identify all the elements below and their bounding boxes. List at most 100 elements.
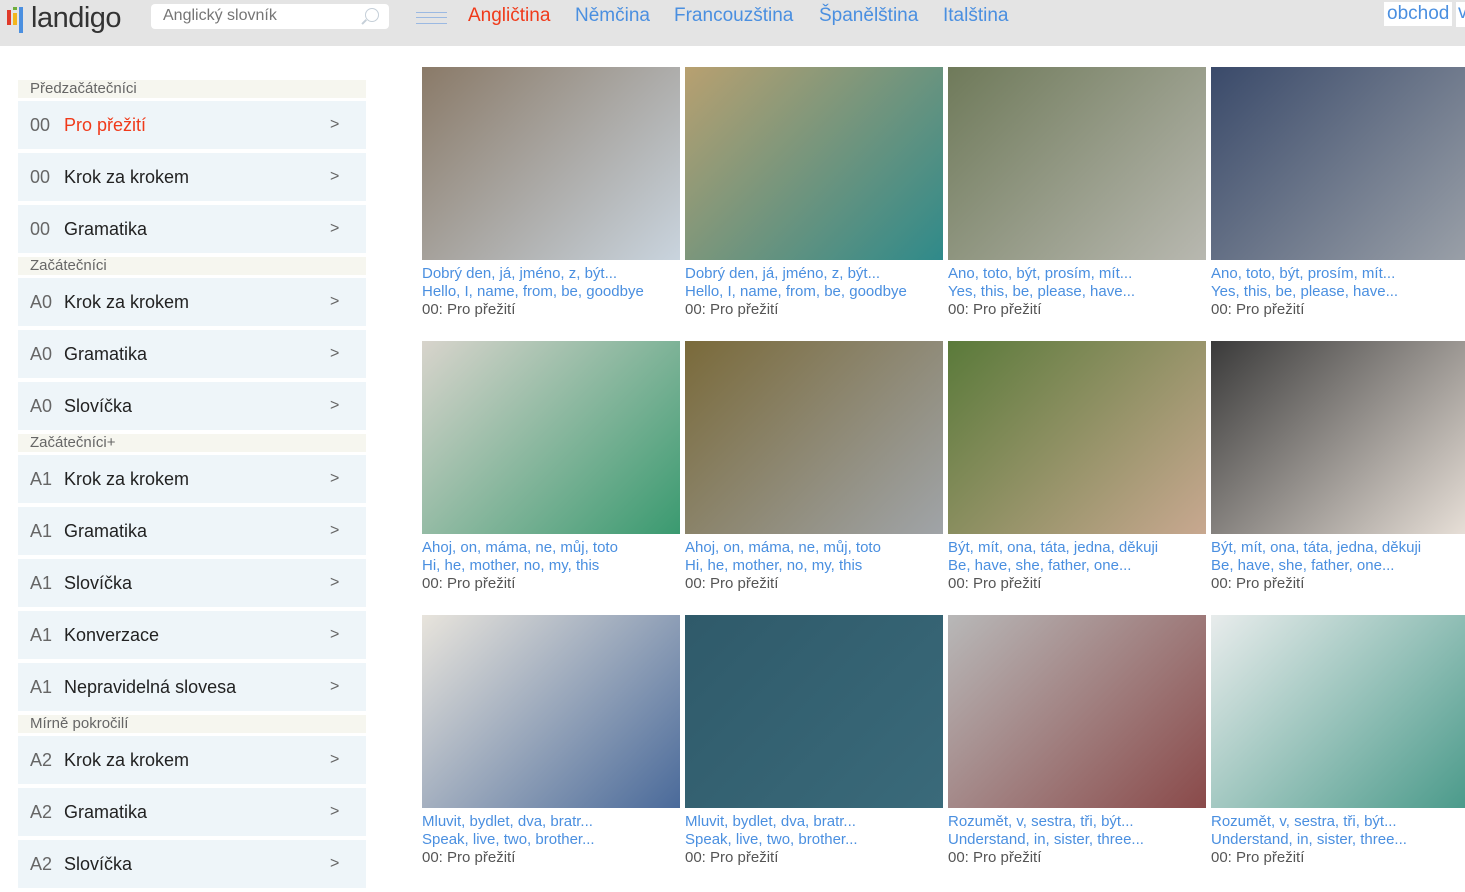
sidebar-item[interactable]: A1 Nepravidelná slovesa > bbox=[18, 663, 366, 711]
lesson-photo[interactable] bbox=[948, 341, 1206, 534]
lesson-czech-words[interactable]: Ahoj, on, máma, ne, můj, toto bbox=[685, 539, 943, 557]
hamburger-menu-icon[interactable] bbox=[416, 12, 447, 24]
lesson-czech-words[interactable]: Mluvit, bydlet, dva, bratr... bbox=[685, 813, 943, 831]
lesson-card[interactable]: Ahoj, on, máma, ne, můj, toto Hi, he, mo… bbox=[685, 341, 943, 593]
lesson-english-words[interactable]: Hello, I, name, from, be, goodbye bbox=[422, 283, 680, 301]
search-box[interactable] bbox=[151, 4, 389, 29]
shop-link[interactable]: obchod bbox=[1384, 2, 1453, 26]
nav-french[interactable]: Francouzština bbox=[674, 5, 793, 27]
sidebar-item[interactable]: A1 Konverzace > bbox=[18, 611, 366, 659]
lesson-course: 00: Pro přežití bbox=[1211, 301, 1305, 318]
lesson-czech-words[interactable]: Dobrý den, já, jméno, z, být... bbox=[685, 265, 943, 283]
lesson-photo[interactable] bbox=[685, 615, 943, 808]
lesson-english-words[interactable]: Yes, this, be, please, have... bbox=[1211, 283, 1465, 301]
item-label: Krok za krokem bbox=[64, 291, 190, 312]
level-code: A1 bbox=[30, 624, 53, 645]
sidebar-item[interactable]: A2 Krok za krokem > bbox=[18, 736, 366, 784]
lesson-course: 00: Pro přežití bbox=[948, 849, 1042, 866]
item-label: Pro přežití bbox=[64, 114, 147, 135]
lesson-english-words[interactable]: Understand, in, sister, three... bbox=[948, 831, 1206, 849]
lesson-card[interactable]: Mluvit, bydlet, dva, bratr... Speak, liv… bbox=[685, 615, 943, 867]
chevron-right-icon: > bbox=[330, 522, 340, 539]
lesson-card[interactable]: Mluvit, bydlet, dva, bratr... Speak, liv… bbox=[422, 615, 680, 867]
sidebar-section-header: Předzačátečníci bbox=[18, 80, 366, 98]
level-code: A1 bbox=[30, 676, 53, 697]
lesson-english-words[interactable]: Speak, live, two, brother... bbox=[685, 831, 943, 849]
lesson-card[interactable]: Dobrý den, já, jméno, z, být... Hello, I… bbox=[422, 67, 680, 319]
lesson-course: 00: Pro přežití bbox=[1211, 849, 1305, 866]
lesson-photo[interactable] bbox=[685, 341, 943, 534]
item-label: Gramatika bbox=[64, 343, 148, 364]
lesson-english-words[interactable]: Be, have, she, father, one... bbox=[948, 557, 1206, 575]
lesson-photo[interactable] bbox=[422, 341, 680, 534]
sidebar-section-header: Začátečníci+ bbox=[18, 434, 366, 452]
chevron-right-icon: > bbox=[330, 397, 340, 414]
level-code: A2 bbox=[30, 853, 53, 874]
nav-german[interactable]: Němčina bbox=[575, 5, 650, 27]
sidebar-item[interactable]: A0 Slovíčka > bbox=[18, 382, 366, 430]
lesson-czech-words[interactable]: Ano, toto, být, prosím, mít... bbox=[1211, 265, 1465, 283]
lesson-card[interactable]: Ano, toto, být, prosím, mít... Yes, this… bbox=[948, 67, 1206, 319]
lesson-czech-words[interactable]: Rozumět, v, sestra, tři, být... bbox=[1211, 813, 1465, 831]
lesson-photo[interactable] bbox=[685, 67, 943, 260]
sidebar-item[interactable]: 00 Krok za krokem > bbox=[18, 153, 366, 201]
lesson-english-words[interactable]: Be, have, she, father, one... bbox=[1211, 557, 1465, 575]
lesson-czech-words[interactable]: Být, mít, ona, táta, jedna, děkuji bbox=[1211, 539, 1465, 557]
logo-text: landigo bbox=[31, 2, 122, 34]
level-code: 00 bbox=[30, 114, 51, 135]
lesson-photo[interactable] bbox=[1211, 615, 1465, 808]
lesson-czech-words[interactable]: Ahoj, on, máma, ne, můj, toto bbox=[422, 539, 680, 557]
lesson-english-words[interactable]: Hi, he, mother, no, my, this bbox=[422, 557, 680, 575]
lesson-english-words[interactable]: Speak, live, two, brother... bbox=[422, 831, 680, 849]
sidebar-item[interactable]: A2 Gramatika > bbox=[18, 788, 366, 836]
lesson-photo[interactable] bbox=[948, 615, 1206, 808]
lesson-photo[interactable] bbox=[422, 615, 680, 808]
chevron-right-icon: > bbox=[330, 855, 340, 872]
lesson-photo[interactable] bbox=[1211, 341, 1465, 534]
search-icon[interactable] bbox=[365, 8, 379, 22]
sidebar-item[interactable]: A2 Slovíčka > bbox=[18, 840, 366, 888]
search-input[interactable] bbox=[163, 7, 353, 25]
sidebar-item[interactable]: A1 Slovíčka > bbox=[18, 559, 366, 607]
nav-italian[interactable]: Italština bbox=[943, 5, 1008, 27]
sidebar-item[interactable]: A1 Krok za krokem > bbox=[18, 455, 366, 503]
lesson-card[interactable]: Ano, toto, být, prosím, mít... Yes, this… bbox=[1211, 67, 1465, 319]
lesson-card[interactable]: Rozumět, v, sestra, tři, být... Understa… bbox=[948, 615, 1206, 867]
nav-english[interactable]: Angličtina bbox=[468, 5, 550, 27]
lesson-card[interactable]: Být, mít, ona, táta, jedna, děkuji Be, h… bbox=[1211, 341, 1465, 593]
sidebar-item[interactable]: A1 Gramatika > bbox=[18, 507, 366, 555]
lesson-english-words[interactable]: Hi, he, mother, no, my, this bbox=[685, 557, 943, 575]
lesson-card[interactable]: Ahoj, on, máma, ne, můj, toto Hi, he, mo… bbox=[422, 341, 680, 593]
item-label: Nepravidelná slovesa bbox=[64, 676, 237, 697]
sidebar-item[interactable]: 00 Pro přežití > bbox=[18, 101, 366, 149]
lesson-czech-words[interactable]: Být, mít, ona, táta, jedna, děkuji bbox=[948, 539, 1206, 557]
lesson-czech-words[interactable]: Ano, toto, být, prosím, mít... bbox=[948, 265, 1206, 283]
lesson-course: 00: Pro přežití bbox=[422, 849, 516, 866]
lesson-course: 00: Pro přežití bbox=[1211, 575, 1305, 592]
lesson-english-words[interactable]: Understand, in, sister, three... bbox=[1211, 831, 1465, 849]
chevron-right-icon: > bbox=[330, 220, 340, 237]
lesson-photo[interactable] bbox=[948, 67, 1206, 260]
sidebar-item[interactable]: A0 Gramatika > bbox=[18, 330, 366, 378]
lesson-photo[interactable] bbox=[1211, 67, 1465, 260]
logo-bars-icon bbox=[6, 3, 28, 33]
sidebar-item[interactable]: A0 Krok za krokem > bbox=[18, 278, 366, 326]
logo[interactable]: landigo bbox=[6, 2, 122, 34]
lesson-czech-words[interactable]: Dobrý den, já, jméno, z, být... bbox=[422, 265, 680, 283]
cut-off-link[interactable]: v bbox=[1456, 2, 1465, 27]
lesson-czech-words[interactable]: Mluvit, bydlet, dva, bratr... bbox=[422, 813, 680, 831]
lesson-card[interactable]: Dobrý den, já, jméno, z, být... Hello, I… bbox=[685, 67, 943, 319]
lesson-english-words[interactable]: Yes, this, be, please, have... bbox=[948, 283, 1206, 301]
lesson-english-words[interactable]: Hello, I, name, from, be, goodbye bbox=[685, 283, 943, 301]
chevron-right-icon: > bbox=[330, 678, 340, 695]
nav-spanish[interactable]: Španělština bbox=[819, 5, 918, 27]
sidebar-item[interactable]: 00 Gramatika > bbox=[18, 205, 366, 253]
item-label: Slovíčka bbox=[64, 395, 133, 416]
lesson-course: 00: Pro přežití bbox=[685, 301, 779, 318]
item-label: Krok za krokem bbox=[64, 749, 190, 770]
lesson-card[interactable]: Být, mít, ona, táta, jedna, děkuji Be, h… bbox=[948, 341, 1206, 593]
lesson-czech-words[interactable]: Rozumět, v, sestra, tři, být... bbox=[948, 813, 1206, 831]
level-code: A1 bbox=[30, 520, 53, 541]
lesson-card[interactable]: Rozumět, v, sestra, tři, být... Understa… bbox=[1211, 615, 1465, 867]
lesson-photo[interactable] bbox=[422, 67, 680, 260]
